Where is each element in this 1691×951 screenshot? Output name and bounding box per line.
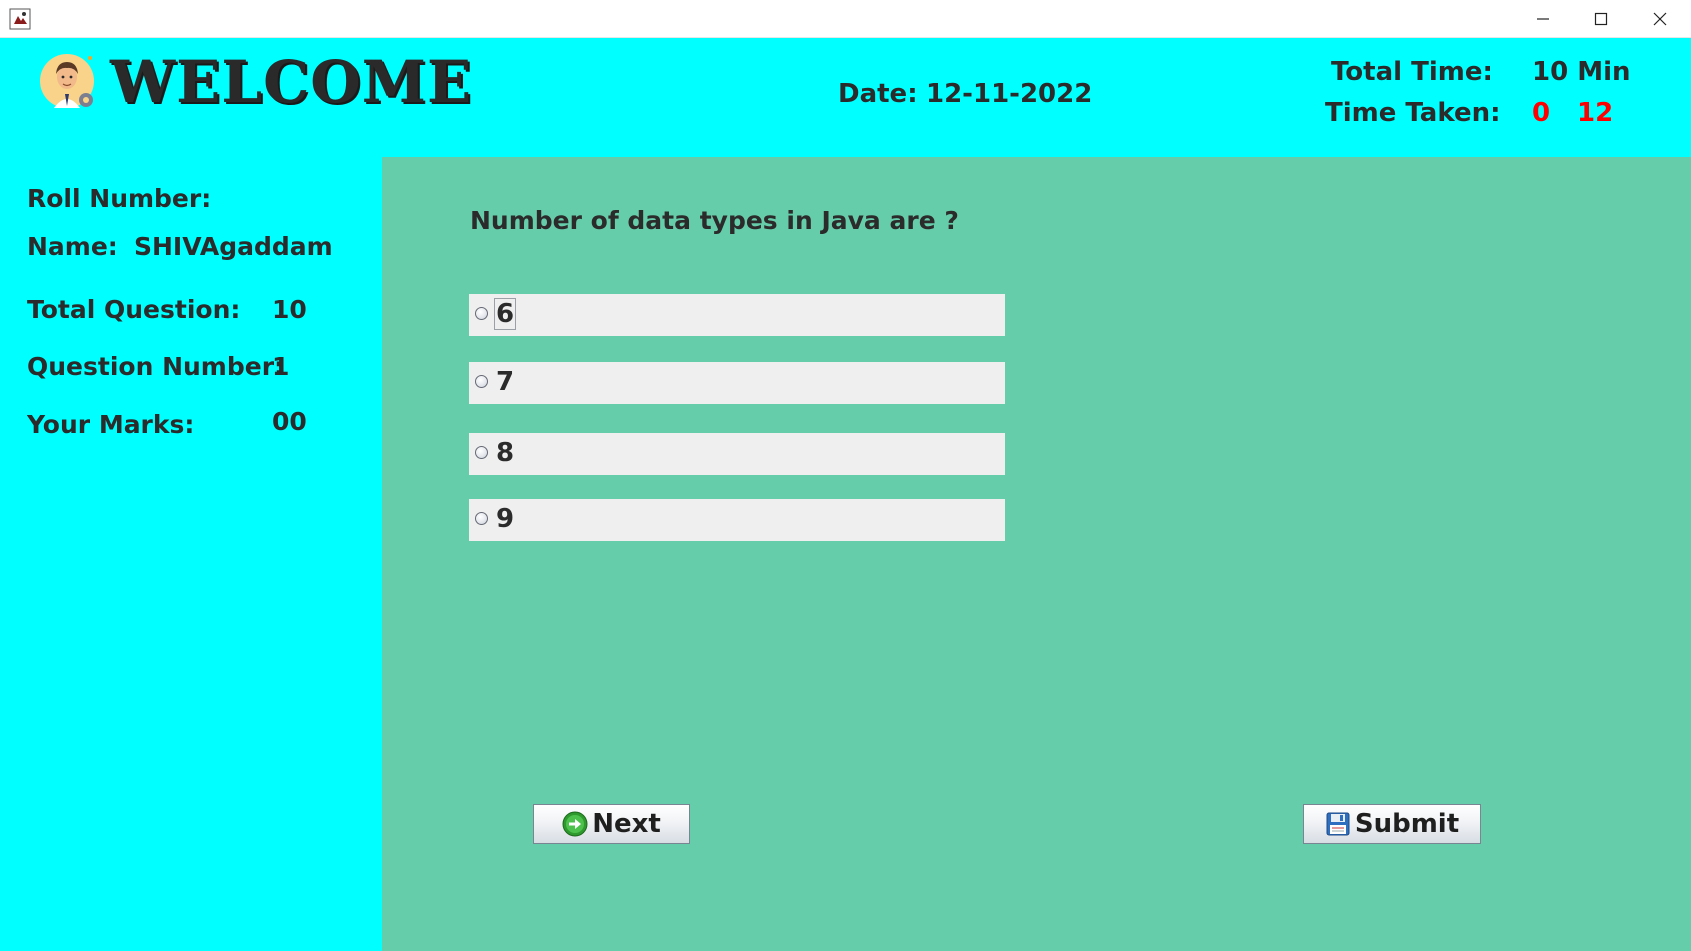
option-4[interactable]: 9 <box>469 499 1005 541</box>
quiz-panel: Number of data types in Java are ? 6 7 8… <box>382 157 1691 951</box>
option-1[interactable]: 6 <box>469 294 1005 336</box>
total-time-value: 10 Min <box>1532 57 1631 87</box>
roll-number-label: Roll Number: <box>27 184 212 213</box>
option-label: 8 <box>496 438 515 468</box>
name-value: SHIVAgaddam <box>134 232 333 261</box>
time-taken-label: Time Taken: <box>1325 98 1501 128</box>
minimize-icon <box>1537 17 1549 20</box>
next-button[interactable]: Next <box>533 804 690 844</box>
option-2[interactable]: 7 <box>469 362 1005 404</box>
your-marks-label: Your Marks: <box>27 410 195 439</box>
total-question-value: 10 <box>272 295 307 324</box>
maximize-icon <box>1594 12 1608 25</box>
close-button[interactable] <box>1631 0 1689 37</box>
student-info-panel: Roll Number: Name: SHIVAgaddam Total Que… <box>0 157 382 951</box>
java-app-icon <box>9 8 31 30</box>
total-question-label: Total Question: <box>27 295 241 324</box>
radio-button[interactable] <box>475 446 488 459</box>
header: WELCOME Date: 12-11-2022 Total Time: 10 … <box>0 38 1691 157</box>
arrow-right-circle-icon <box>562 811 588 837</box>
next-label: Next <box>592 809 661 839</box>
maximize-button[interactable] <box>1572 0 1630 37</box>
welcome-title: WELCOME <box>110 48 473 116</box>
user-avatar-icon <box>40 54 94 108</box>
option-3[interactable]: 8 <box>469 433 1005 475</box>
date-label: Date: <box>838 79 918 109</box>
question-number-value: 1 <box>272 352 290 381</box>
time-taken-seconds: 12 <box>1577 98 1614 128</box>
total-time-label: Total Time: <box>1331 57 1493 87</box>
radio-button[interactable] <box>475 375 488 388</box>
option-label: 6 <box>494 298 517 330</box>
close-icon <box>1653 12 1667 25</box>
submit-button[interactable]: Submit <box>1303 804 1481 844</box>
submit-label: Submit <box>1354 809 1460 839</box>
question-text: Number of data types in Java are ? <box>470 206 959 235</box>
time-taken-minutes: 0 <box>1532 98 1551 128</box>
option-label: 7 <box>496 367 515 397</box>
question-number-label: Question Number: <box>27 352 285 381</box>
name-label: Name: <box>27 232 118 261</box>
radio-button[interactable] <box>475 307 488 320</box>
option-label: 9 <box>496 504 515 534</box>
title-bar <box>0 0 1691 38</box>
your-marks-value: 00 <box>272 407 307 436</box>
minimize-button[interactable] <box>1514 0 1572 37</box>
save-disk-icon <box>1326 812 1350 836</box>
date-value: 12-11-2022 <box>926 79 1093 109</box>
radio-button[interactable] <box>475 512 488 525</box>
